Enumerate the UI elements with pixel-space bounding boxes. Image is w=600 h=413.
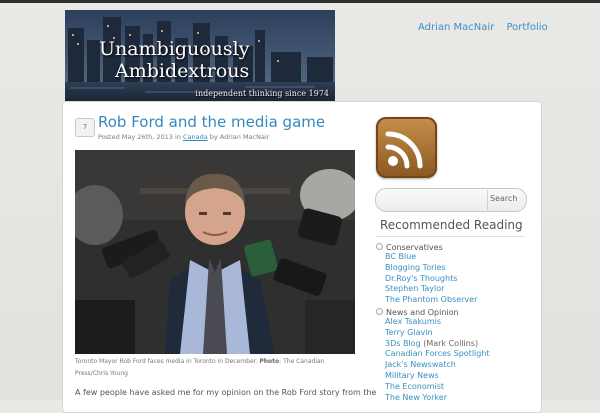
search-input[interactable] (385, 193, 487, 207)
blogroll-link[interactable]: Alex Tsakumis (385, 317, 490, 328)
blogroll-link[interactable]: Dr.Roy's Thoughts (385, 274, 477, 285)
blogroll-link[interactable]: Terry Glavin (385, 328, 490, 339)
category-label: Conservatives (386, 243, 443, 252)
category-label: News and Opinion (386, 308, 459, 317)
blogroll-link[interactable]: The Phantom Observer (385, 295, 477, 306)
blogroll-link[interactable]: The Economist (385, 382, 490, 393)
press-scrum-image (75, 150, 355, 354)
nav-item-adrian-macnair[interactable]: Adrian MacNair (418, 22, 494, 33)
caption-text: Toronto Mayor Rob Ford faces media in To… (75, 358, 258, 365)
post-excerpt: A few people have asked me for my opinio… (75, 388, 377, 397)
category-news-and-opinion: News and Opinion (376, 308, 459, 317)
blog-title-line1: Unambiguously (99, 38, 250, 60)
rss-feed-button[interactable] (376, 117, 437, 178)
caption-credit-label: Photo (259, 358, 280, 365)
post-meta-author: by Adrian MacNair (209, 133, 270, 141)
nav-item-portfolio[interactable]: Portfolio (507, 22, 548, 33)
search-box: Search (375, 188, 527, 212)
post-date-icon: 7 (75, 118, 95, 137)
blogroll-link[interactable]: 3Ds Blog (385, 339, 421, 348)
blog-title[interactable]: Unambiguously Ambidextrous (99, 38, 249, 82)
blog-title-line2: Ambidextrous (115, 60, 250, 82)
blogroll-item: 3Ds Blog (Mark Collins) (385, 339, 490, 350)
blogroll-note: (Mark Collins) (420, 338, 479, 348)
photo-caption: Toronto Mayor Rob Ford faces media in To… (75, 356, 357, 380)
post-meta: Posted May 26th, 2013 in Canada by Adria… (98, 133, 269, 141)
conservatives-link-list: BC Blue Blogging Tories Dr.Roy's Thought… (385, 252, 477, 306)
rss-feed-icon (385, 131, 423, 169)
bullet-icon (376, 243, 383, 250)
tagline: independent thinking since 1974 (195, 89, 329, 98)
blogroll-link[interactable]: Jack's Newswatch (385, 360, 490, 371)
post-title[interactable]: Rob Ford and the media game (98, 113, 325, 131)
header-banner[interactable]: Unambiguously Ambidextrous independent t… (65, 10, 335, 101)
blogroll-link[interactable]: Stephen Taylor (385, 284, 477, 295)
heading-divider (375, 236, 525, 237)
content-panel: 7 Rob Ford and the media game Posted May… (62, 101, 542, 413)
bullet-icon (376, 308, 383, 315)
blogroll-link[interactable]: Blogging Tories (385, 263, 477, 274)
blogroll-link[interactable]: The New Yorker (385, 393, 490, 404)
top-bar (0, 0, 600, 3)
main-nav: Adrian MacNair Portfolio (418, 22, 557, 33)
post-meta-date: Posted May 26th, 2013 in (98, 133, 181, 141)
blogroll-link[interactable]: Canadian Forces Spotlight (385, 349, 490, 360)
post-category-link[interactable]: Canada (183, 133, 208, 141)
recommended-reading-heading: Recommended Reading (380, 218, 523, 232)
post-photo (75, 150, 355, 354)
search-button[interactable]: Search (490, 194, 517, 203)
blogroll-link[interactable]: Military News (385, 371, 490, 382)
search-divider (487, 190, 488, 210)
blogroll-link[interactable]: BC Blue (385, 252, 477, 263)
category-conservatives: Conservatives (376, 243, 443, 252)
news-opinion-link-list: Alex Tsakumis Terry Glavin 3Ds Blog (Mar… (385, 317, 490, 403)
